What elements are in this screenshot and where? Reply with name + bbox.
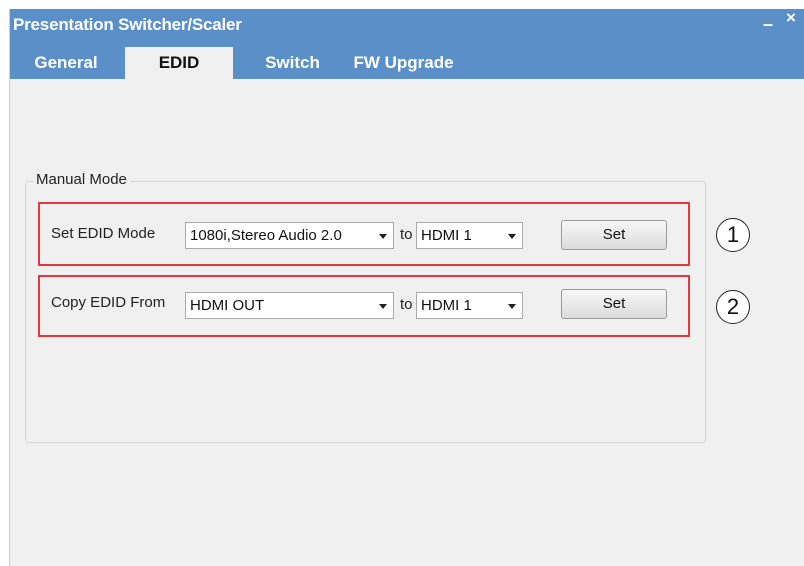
tab-switch[interactable]: Switch — [255, 47, 330, 79]
close-icon[interactable]: × — [786, 9, 796, 27]
copy-edid-target-value: HDMI 1 — [421, 297, 472, 314]
copy-edid-target-select[interactable]: HDMI 1 — [416, 292, 523, 319]
edid-mode-value: 1080i,Stereo Audio 2.0 — [190, 227, 342, 244]
set-edid-button[interactable]: Set — [561, 220, 667, 250]
callout-2: 2 — [716, 290, 750, 324]
minimize-icon[interactable]: – — [763, 15, 773, 33]
title-bar: Presentation Switcher/Scaler – × — [10, 9, 804, 47]
to-label: to — [400, 296, 413, 313]
copy-edid-source-value: HDMI OUT — [190, 297, 265, 314]
tab-edid[interactable]: EDID — [125, 47, 233, 79]
app-window: Presentation Switcher/Scaler – × General… — [9, 9, 804, 566]
window-title: Presentation Switcher/Scaler — [13, 15, 242, 34]
tab-bar: General EDID Switch FW Upgrade — [10, 47, 804, 79]
copy-edid-set-button[interactable]: Set — [561, 289, 667, 319]
to-label: to — [400, 226, 413, 243]
copy-edid-source-select[interactable]: HDMI OUT — [185, 292, 394, 319]
chevron-down-icon — [508, 304, 516, 309]
manual-mode-label: Manual Mode — [34, 171, 131, 188]
tab-general[interactable]: General — [20, 47, 112, 79]
tab-fw-upgrade[interactable]: FW Upgrade — [346, 47, 461, 79]
set-edid-target-select[interactable]: HDMI 1 — [416, 222, 523, 249]
set-edid-target-value: HDMI 1 — [421, 227, 472, 244]
edid-mode-select[interactable]: 1080i,Stereo Audio 2.0 — [185, 222, 394, 249]
chevron-down-icon — [508, 234, 516, 239]
set-edid-mode-label: Set EDID Mode — [51, 225, 156, 242]
chevron-down-icon — [379, 234, 387, 239]
copy-edid-from-label: Copy EDID From — [51, 294, 166, 311]
callout-1: 1 — [716, 218, 750, 252]
chevron-down-icon — [379, 304, 387, 309]
